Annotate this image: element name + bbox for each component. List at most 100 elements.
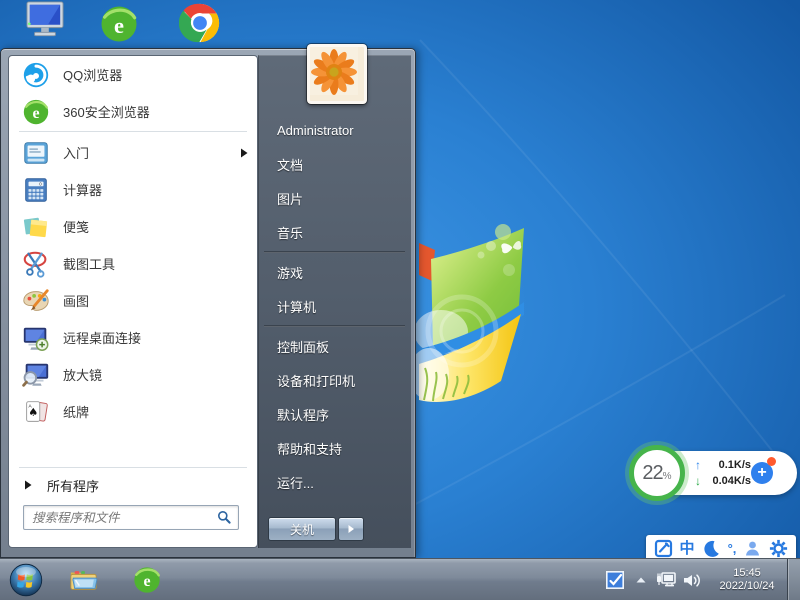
program-label: 画图	[63, 291, 249, 310]
program-label: 纸牌	[63, 402, 249, 421]
person-icon[interactable]	[743, 539, 762, 558]
remote-desktop-icon	[21, 323, 51, 353]
svg-text:e: e	[143, 573, 150, 590]
start-menu-program-item[interactable]: 便笺	[9, 208, 257, 245]
divider	[264, 251, 405, 253]
explorer-folder-icon	[66, 565, 102, 595]
desktop-icon-chrome[interactable]	[179, 2, 221, 44]
download-row: ↓ 0.04K/s	[695, 473, 751, 489]
ime-punctuation-icon[interactable]: °,	[728, 542, 737, 555]
network-icon[interactable]	[655, 570, 677, 590]
memory-percent-unit: %	[663, 471, 672, 482]
taskbar-360-browser-button[interactable]: e	[132, 565, 162, 595]
start-menu-program-item[interactable]: 远程桌面连接	[9, 319, 257, 356]
all-programs-button[interactable]: 所有程序	[9, 470, 257, 500]
start-orb-icon	[8, 562, 44, 598]
upload-row: ↑ 0.1K/s	[695, 457, 751, 473]
start-menu-right-item[interactable]: 计算机	[258, 289, 411, 323]
calculator-icon: 0	[21, 175, 51, 205]
solitaire-icon: ♠A	[21, 397, 51, 427]
getting-started-icon	[21, 138, 51, 168]
net-speed-widget: ↑ 0.1K/s ↓ 0.04K/s + 22 %	[628, 444, 798, 502]
show-hidden-icons-button[interactable]	[635, 575, 647, 585]
ime-language-mode-icon[interactable]: 中	[680, 541, 695, 556]
start-menu-left-panel: QQ浏览器 e 360安全浏览器入门 0 计算器便笺截图工具画图远程桌面连接放大镜 ♠A 纸…	[8, 55, 258, 548]
shutdown-arrow-icon	[346, 524, 356, 534]
shutdown-row: 关机	[258, 517, 411, 541]
svg-text:e: e	[114, 13, 124, 38]
search-input[interactable]	[23, 505, 239, 530]
start-menu-right-item[interactable]: 帮助和支持	[258, 431, 411, 465]
divider	[264, 325, 405, 327]
start-menu-program-item[interactable]: 放大镜	[9, 356, 257, 393]
start-menu-program-item[interactable]: 截图工具	[9, 245, 257, 282]
chrome-icon	[179, 2, 221, 44]
program-label: 计算器	[63, 180, 249, 199]
start-menu: QQ浏览器 e 360安全浏览器入门 0 计算器便笺截图工具画图远程桌面连接放大镜 ♠A 纸…	[0, 48, 416, 558]
start-menu-right-item[interactable]: 音乐	[258, 215, 411, 249]
shutdown-options-button[interactable]	[338, 517, 364, 541]
all-programs-label: 所有程序	[47, 476, 99, 495]
upload-speed: 0.1K/s	[719, 459, 751, 471]
program-label: QQ浏览器	[63, 65, 249, 84]
download-arrow-icon: ↓	[695, 474, 701, 488]
program-label: 放大镜	[63, 365, 249, 384]
taskbar: e 15:45 2022/10/24	[0, 558, 800, 600]
desktop: e ↑ 0.1K/s ↓ 0.04K/s + 22 % 中	[0, 0, 800, 600]
start-menu-right-item[interactable]: 设备和打印机	[258, 363, 411, 397]
program-label: 360安全浏览器	[63, 102, 249, 121]
search-icon[interactable]	[216, 509, 232, 525]
program-label: 入门	[63, 143, 227, 162]
memory-percent: 22	[642, 462, 662, 485]
start-menu-right-item[interactable]: 游戏	[258, 255, 411, 289]
computer-icon	[22, 1, 68, 39]
moon-icon[interactable]	[702, 539, 721, 558]
start-menu-right-item[interactable]: 运行...	[258, 465, 411, 499]
start-menu-program-item[interactable]: 画图	[9, 282, 257, 319]
magnifier-icon	[21, 360, 51, 390]
show-desktop-button[interactable]	[787, 559, 800, 600]
360-browser-icon: e	[21, 97, 51, 127]
divider	[19, 467, 247, 469]
qq-browser-icon	[21, 60, 51, 90]
program-label: 便笺	[63, 217, 249, 236]
paint-icon	[21, 286, 51, 316]
desktop-icon-360-browser[interactable]: e	[99, 4, 139, 44]
user-name-item[interactable]: Administrator	[258, 113, 411, 147]
upload-arrow-icon: ↑	[695, 458, 701, 472]
memory-usage-ball[interactable]: 22 %	[629, 445, 685, 501]
start-menu-program-item[interactable]: ♠A 纸牌	[9, 393, 257, 430]
clock-date: 2022/10/24	[707, 580, 787, 593]
start-menu-right-panel: Administrator 文档图片音乐游戏计算机控制面板设备和打印机默认程序帮…	[258, 55, 411, 548]
ime-status-icon[interactable]	[654, 539, 673, 558]
gear-icon[interactable]	[769, 539, 788, 558]
submenu-arrow-icon	[239, 148, 249, 158]
start-menu-right-item[interactable]: 控制面板	[258, 329, 411, 363]
360-browser-icon: e	[99, 4, 139, 44]
shutdown-button[interactable]: 关机	[268, 517, 336, 541]
svg-text:e: e	[32, 105, 39, 122]
program-label: 远程桌面连接	[63, 328, 249, 347]
program-label: 截图工具	[63, 254, 249, 273]
start-menu-program-item[interactable]: QQ浏览器	[9, 56, 257, 93]
start-button[interactable]	[8, 562, 44, 598]
taskbar-explorer-button[interactable]	[66, 565, 102, 595]
start-menu-right-item[interactable]: 文档	[258, 147, 411, 181]
start-menu-program-item[interactable]: e 360安全浏览器	[9, 93, 257, 130]
tray-checkbox-icon[interactable]	[605, 570, 625, 590]
notification-dot	[767, 457, 776, 466]
right-arrow-icon	[23, 480, 33, 490]
sticky-notes-icon	[21, 212, 51, 242]
desktop-icon-computer[interactable]	[22, 1, 68, 39]
start-menu-program-item[interactable]: 入门	[9, 134, 257, 171]
flower-avatar-image	[310, 47, 364, 95]
start-menu-right-item[interactable]: 默认程序	[258, 397, 411, 431]
taskbar-clock[interactable]: 15:45 2022/10/24	[707, 567, 787, 593]
clock-time: 15:45	[707, 567, 787, 580]
start-menu-program-item[interactable]: 0 计算器	[9, 171, 257, 208]
start-menu-right-item[interactable]: 图片	[258, 181, 411, 215]
user-avatar[interactable]	[307, 44, 367, 104]
360-browser-icon: e	[132, 565, 162, 595]
divider	[19, 131, 247, 133]
volume-icon[interactable]	[681, 570, 703, 590]
